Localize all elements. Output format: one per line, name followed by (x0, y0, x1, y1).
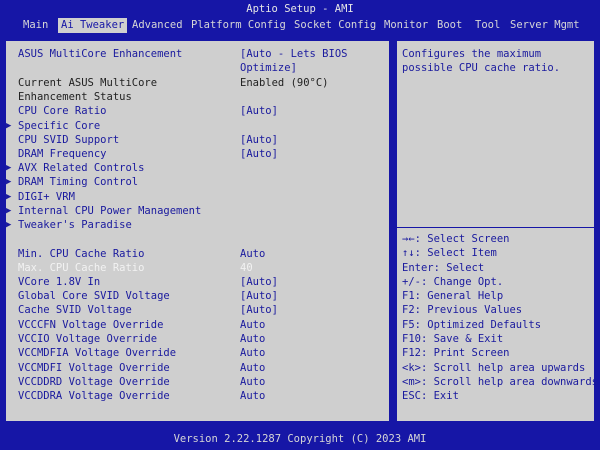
min-cpu-cache-ratio-label[interactable]: Min. CPU Cache Ratio (18, 247, 144, 261)
avx-related-controls-submenu[interactable]: AVX Related Controls (18, 161, 144, 175)
help-divider (397, 227, 594, 228)
tab-ai-tweaker[interactable]: Ai Tweaker (58, 18, 128, 33)
max-cpu-cache-ratio-label[interactable]: Max. CPU Cache Ratio (18, 261, 144, 275)
vccddra-voltage-override-value[interactable]: Auto (240, 389, 265, 403)
submenu-arrow-icon: ▶ (6, 206, 12, 216)
scroll-down-icon[interactable]: ▼ (389, 392, 397, 400)
internal-cpu-power-management-submenu[interactable]: Internal CPU Power Management (18, 204, 201, 218)
submenu-arrow-icon: ▶ (6, 121, 12, 131)
vcore-18v-in-value[interactable]: [Auto] (240, 275, 278, 289)
tweakers-paradise-submenu[interactable]: Tweaker's Paradise (18, 218, 132, 232)
key-scroll-up: <k>: Scroll help area upwards (402, 362, 586, 374)
title-bar: Aptio Setup - AMI Main Ai Tweaker Advanc… (0, 0, 600, 35)
vccddrd-voltage-override-value[interactable]: Auto (240, 375, 265, 389)
tab-boot[interactable]: Boot (437, 18, 462, 33)
key-print-screen: F12: Print Screen (402, 347, 510, 359)
dram-timing-control-submenu[interactable]: DRAM Timing Control (18, 175, 138, 189)
current-multicore-label: Current ASUS MultiCore (18, 77, 158, 89)
asus-multicore-enhancement-value[interactable]: [Auto - Lets BIOS (240, 47, 347, 61)
asus-multicore-enhancement-label[interactable]: ASUS MultiCore Enhancement (18, 47, 182, 61)
tab-advanced[interactable]: Advanced (132, 18, 183, 33)
vccmdfi-voltage-override-label[interactable]: VCCMDFI Voltage Override (18, 361, 170, 375)
vccddrd-voltage-override-label[interactable]: VCCDDRD Voltage Override (18, 375, 170, 389)
tab-main[interactable]: Main (23, 18, 48, 33)
tab-tool[interactable]: Tool (475, 18, 500, 33)
global-core-svid-voltage-label[interactable]: Global Core SVID Voltage (18, 289, 170, 303)
cpu-svid-support-value[interactable]: [Auto] (240, 133, 278, 147)
current-multicore-value: Enabled (90°C) (240, 77, 329, 89)
key-change-opt: +/-: Change Opt. (402, 276, 504, 288)
key-optimized-defaults: F5: Optimized Defaults (402, 319, 542, 331)
key-esc-exit: ESC: Exit (402, 390, 459, 402)
cache-svid-voltage-label[interactable]: Cache SVID Voltage (18, 303, 132, 317)
key-enter-select: Enter: Select (402, 262, 485, 274)
dram-frequency-value[interactable]: [Auto] (240, 147, 278, 161)
tab-platform-config[interactable]: Platform Config (191, 18, 286, 33)
global-core-svid-voltage-value[interactable]: [Auto] (240, 289, 278, 303)
current-multicore-label-cont: Enhancement Status (18, 91, 132, 103)
submenu-arrow-icon: ▶ (6, 163, 12, 173)
footer-bar: Version 2.22.1287 Copyright (C) 2023 AMI (0, 428, 600, 450)
app-title: Aptio Setup - AMI (246, 3, 354, 15)
key-save-exit: F10: Save & Exit (402, 333, 504, 345)
tab-server-mgmt[interactable]: Server Mgmt (510, 18, 580, 33)
vccddra-voltage-override-label[interactable]: VCCDDRA Voltage Override (18, 389, 170, 403)
tab-monitor[interactable]: Monitor (384, 18, 428, 33)
dram-frequency-label[interactable]: DRAM Frequency (18, 147, 107, 161)
key-previous-values: F2: Previous Values (402, 304, 523, 316)
vccio-voltage-override-label[interactable]: VCCIO Voltage Override (18, 332, 157, 346)
vccmdfia-voltage-override-value[interactable]: Auto (240, 346, 265, 360)
help-text-line: Configures the maximum (402, 48, 542, 60)
vcccfn-voltage-override-label[interactable]: VCCCFN Voltage Override (18, 318, 163, 332)
asus-multicore-enhancement-value-cont[interactable]: Optimize] (240, 61, 297, 75)
tab-socket-config[interactable]: Socket Config (294, 18, 376, 33)
cpu-svid-support-label[interactable]: CPU SVID Support (18, 133, 119, 147)
specific-core-submenu[interactable]: Specific Core (18, 119, 100, 133)
scroll-up-icon[interactable]: ▲ (389, 42, 397, 50)
vcccfn-voltage-override-value[interactable]: Auto (240, 318, 265, 332)
settings-scrollbar[interactable]: ▲ ▼ (389, 41, 397, 401)
key-select-screen: →←: Select Screen (402, 233, 510, 245)
submenu-arrow-icon: ▶ (6, 192, 12, 202)
key-general-help: F1: General Help (402, 290, 504, 302)
max-cpu-cache-ratio-value[interactable]: 40 (240, 261, 253, 275)
key-select-item: ↑↓: Select Item (402, 247, 497, 259)
digi-vrm-submenu[interactable]: DIGI+ VRM (18, 190, 75, 204)
vccmdfia-voltage-override-label[interactable]: VCCMDFIA Voltage Override (18, 346, 176, 360)
vccmdfi-voltage-override-value[interactable]: Auto (240, 361, 265, 375)
help-text-line: possible CPU cache ratio. (402, 62, 561, 74)
version-text: Version 2.22.1287 Copyright (C) 2023 AMI (173, 433, 427, 445)
tab-bar: Main Ai Tweaker Advanced Platform Config… (0, 17, 600, 34)
cache-svid-voltage-value[interactable]: [Auto] (240, 303, 278, 317)
key-scroll-down: <m>: Scroll help area downwards (402, 376, 598, 388)
vccio-voltage-override-value[interactable]: Auto (240, 332, 265, 346)
min-cpu-cache-ratio-value[interactable]: Auto (240, 247, 265, 261)
cpu-core-ratio-value[interactable]: [Auto] (240, 104, 278, 118)
scroll-thumb[interactable] (390, 57, 396, 255)
cpu-core-ratio-label[interactable]: CPU Core Ratio (18, 104, 107, 118)
submenu-arrow-icon: ▶ (6, 177, 12, 187)
vcore-18v-in-label[interactable]: VCore 1.8V In (18, 275, 100, 289)
submenu-arrow-icon: ▶ (6, 220, 12, 230)
